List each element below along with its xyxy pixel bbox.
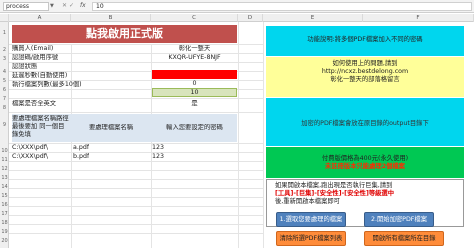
output-info-panel: 加密的PDF檔案會放在原目錄的output目錄下 [266,98,464,146]
grid-line [238,22,239,248]
name-box-dropdown-icon[interactable]: ▼ [50,3,54,9]
auth-code-label: 認證碼/啟用序號 [12,54,59,61]
table-row-path[interactable]: C:\XXX\pdf\ [12,153,48,161]
grid-line [9,206,263,207]
row-header[interactable]: 4 [0,69,9,75]
table-row-file[interactable]: b.pdf [73,153,89,161]
row-header[interactable]: 9 [0,122,9,128]
path-column-header: 要處理檔案名稱路徑 最後要加 同一個目錄免填 [12,115,69,138]
row-header[interactable]: 1 [0,30,9,36]
formula-actions-icon[interactable]: ✕✓ [62,2,76,9]
auth-code-value[interactable]: KXQR-UFYE-8NJF [152,54,237,62]
auth-status-value: 免費版使用中 [175,71,214,78]
table-row-path[interactable]: C:\XXX\pdf\ [12,144,48,152]
grid-line [9,233,263,234]
row-header[interactable]: 13 [0,175,9,181]
grid-line [9,215,263,216]
grid-line [9,224,263,225]
delay-label: 延遲秒數(自動使用) [12,72,68,79]
filename-column-header: 要處理檔案名稱 [88,124,134,131]
support-line: 彰化一整天的部落格留言 [330,76,400,83]
grid-line [9,98,263,99]
trial-limit-line: 未註冊版本只能處理2個檔案 [325,163,405,170]
row-header[interactable]: 16 [0,202,9,208]
formula-bar: process ▼ ✕✓ fx 10 [0,0,474,13]
column-header-e[interactable]: E [263,14,363,22]
row-header[interactable]: 2 [0,47,9,53]
grid-line [71,44,72,248]
open-folder-button[interactable]: 開啟所有檔案所在目錄 [364,231,444,246]
row-header[interactable]: 20 [0,238,9,244]
support-info-panel: 如何使用上的問題,請到 http://ncxz.bestdelong.com 彰… [266,57,464,97]
row-header[interactable]: 7 [0,96,9,102]
runs-label: 執行檔案列數(最多10個) [12,81,82,88]
grid-line [9,170,263,171]
delay-value[interactable]: 0 [152,80,237,88]
blog-link[interactable]: http://ncxz.bestdelong.com [266,68,464,76]
grid-line [9,62,263,63]
row-header[interactable]: 12 [0,166,9,172]
auth-status-label: 認證狀態 [12,63,38,70]
pricing-panel: 付費版價格為400元(永久使用) 未註冊版本只能處理2個檔案 [266,147,464,178]
formula-input[interactable]: 10 [92,2,472,11]
macro-warning-line: 如果開啟本檔案,跑出現是否執行巨集,請到 [275,182,393,189]
grid-line [9,112,263,113]
row-header[interactable]: 10 [0,148,9,154]
row-header[interactable]: 8 [0,105,9,111]
email-label: 購買人(Email) [12,45,54,52]
email-value[interactable]: 彰化一整天 [152,45,237,53]
english-filenames-label: 檔案是否全英文 [12,100,57,107]
grid-line [9,179,263,180]
support-line: 如何使用上的問題,請到 [332,60,398,67]
row-header[interactable]: 18 [0,220,9,226]
select-files-button[interactable]: 1.選取您要處理的檔案 [276,212,346,227]
grid-line [263,22,264,248]
grid-line [9,188,263,189]
row-header[interactable]: 5 [0,78,9,84]
row-header[interactable]: 6 [0,87,9,93]
english-filenames-value[interactable]: 是 [152,100,237,108]
column-headers: A B C D E F [0,14,474,22]
column-header-a[interactable]: A [9,14,71,22]
column-header-d[interactable]: D [238,14,263,22]
table-row-password[interactable]: 123 [152,144,164,152]
runs-value: 10 [190,89,199,96]
name-box[interactable]: process [3,2,49,11]
column-header-c[interactable]: C [151,14,238,22]
price-line: 付費版價格為400元(永久使用) [321,155,409,162]
activate-full-version-button[interactable]: 點我啟用正式版 [12,25,237,43]
start-encrypt-button[interactable]: 2.開始加密PDF檔案 [364,212,434,227]
feature-description-panel: 功能說明:將多個PDF檔案加入不同的密碼 [266,26,464,56]
select-all-corner[interactable] [0,14,9,22]
row-header[interactable]: 14 [0,184,9,190]
password-column-header: 輸入您要設定的密碼 [166,124,223,131]
row-header[interactable]: 3 [0,56,9,62]
row-header[interactable]: 19 [0,229,9,235]
grid-line [9,161,263,162]
function-icon[interactable]: fx [80,2,86,9]
column-header-b[interactable]: B [71,14,151,22]
column-header-f[interactable]: F [363,14,474,22]
row-header[interactable]: 11 [0,157,9,163]
table-row-password[interactable]: 123 [152,153,164,161]
macro-warning-line: 後,重新開啟本檔案即可 [275,198,340,205]
clear-list-button[interactable]: 清除所選PDF檔案列表 [276,231,346,246]
table-row-file[interactable]: a.pdf [73,144,89,152]
macro-warning-highlight: [工具]-[巨集]-[安全性]-[安全性]等級選中 [275,190,395,197]
row-header[interactable]: 15 [0,193,9,199]
grid-line [9,197,263,198]
row-header[interactable]: 17 [0,211,9,217]
row-headers: 1 2 3 4 5 6 7 8 9 10 11 12 13 14 15 16 1… [0,22,9,248]
